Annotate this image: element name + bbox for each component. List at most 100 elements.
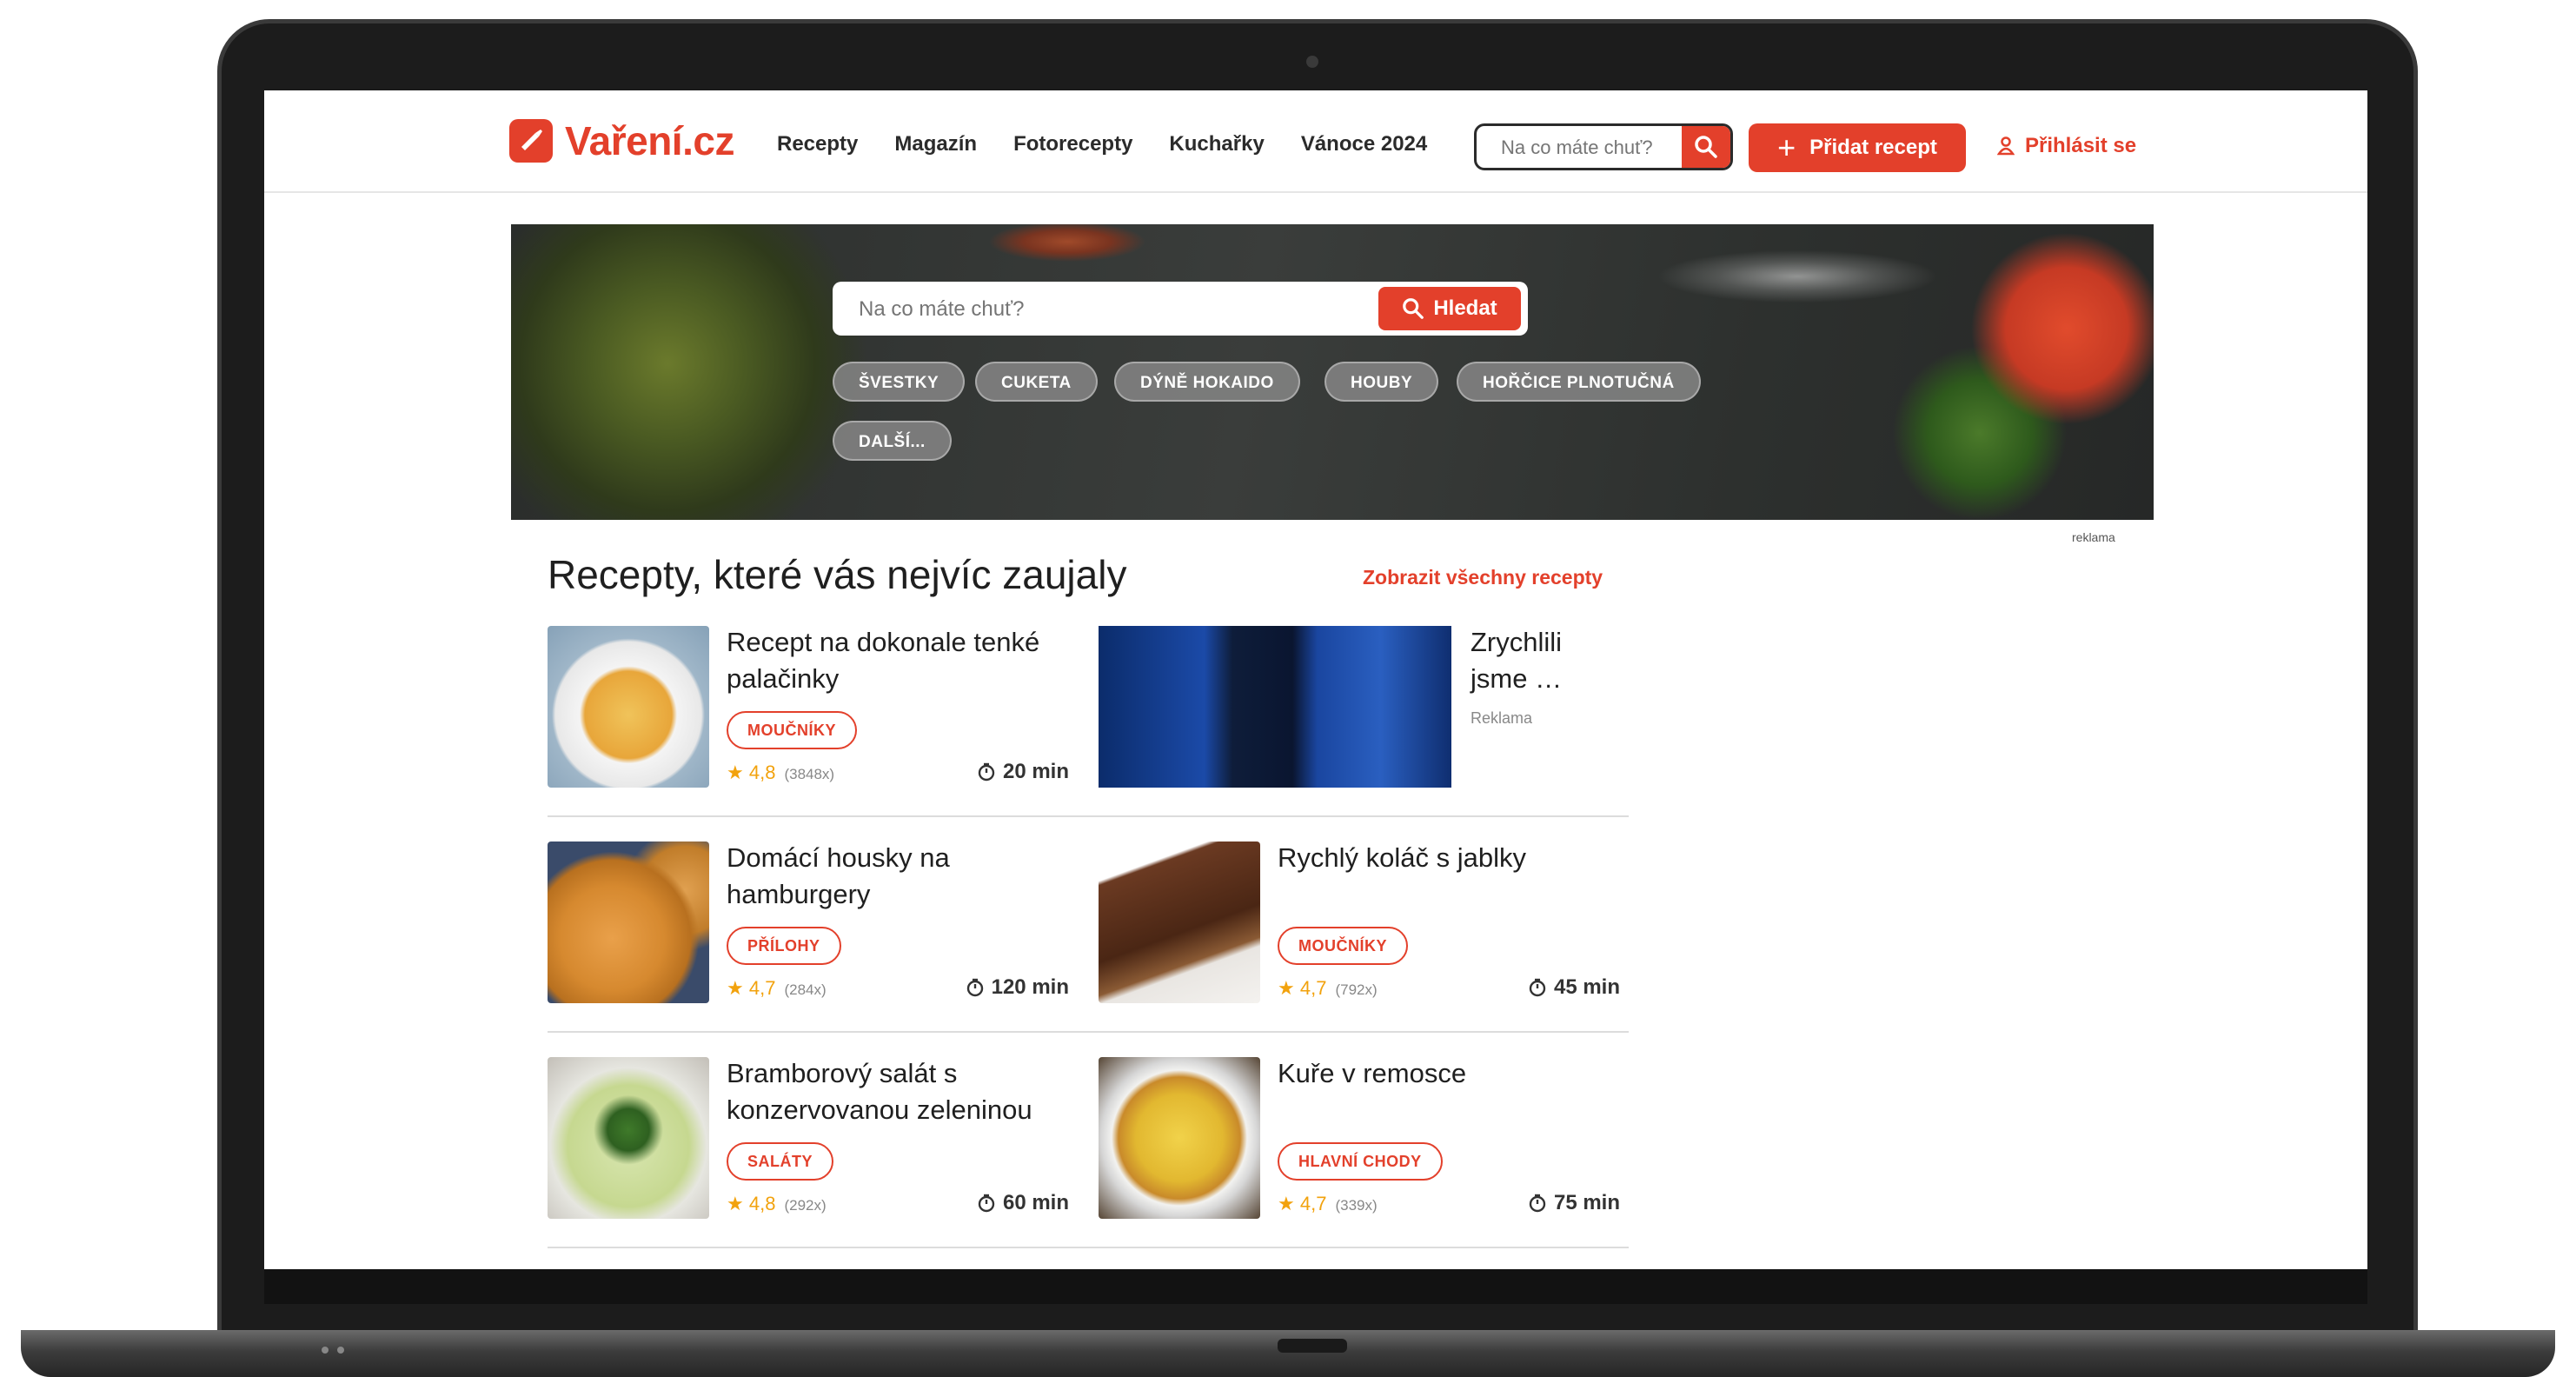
tag-cuketa[interactable]: CUKETA (975, 362, 1098, 402)
browser-screen: Vaření.cz Recepty Magazín Fotorecepty Ku… (264, 90, 2367, 1269)
rating-value: 4,8 (748, 762, 776, 783)
time-value: 60 min (1002, 1191, 1069, 1214)
hero-search-button[interactable]: Hledat (1378, 287, 1521, 330)
ad-title[interactable]: Zrychlili jsme … (1471, 624, 1610, 697)
stopwatch-icon (1529, 978, 1546, 997)
laptop-notch (1278, 1339, 1347, 1353)
star-icon: ★ (727, 762, 744, 783)
time-value: 45 min (1553, 975, 1620, 999)
screen-bezel-bottom (264, 1269, 2367, 1304)
logo-text: Vaření.cz (565, 118, 734, 163)
hero-search-input[interactable] (833, 282, 1399, 336)
tag-horcice-plnotucna[interactable]: HOŘČICE PLNOTUČNÁ (1457, 362, 1701, 402)
plus-icon: + (1777, 130, 1796, 165)
recipe-rating: ★ 4,7 (284x) (727, 977, 827, 1000)
recipe-title[interactable]: Kuře v remosce (1278, 1055, 1617, 1092)
star-icon: ★ (727, 1193, 744, 1214)
ad-card[interactable]: Zrychlili jsme … Reklama (1099, 626, 1620, 791)
ad-label: reklama (2072, 530, 2115, 544)
row-divider (548, 1031, 1629, 1033)
login-label: Přihlásit se (2025, 134, 2137, 157)
nav-item-recepty[interactable]: Recepty (777, 132, 858, 156)
category-badge[interactable]: MOUČNÍKY (1278, 927, 1408, 965)
recipe-time: 20 min (977, 760, 1069, 784)
header-search-input[interactable] (1477, 126, 1704, 168)
recipe-title[interactable]: Rychlý koláč s jablky (1278, 840, 1617, 876)
laptop-indicator-lights (322, 1342, 374, 1354)
rating-value: 4,7 (1299, 977, 1327, 999)
stopwatch-icon (966, 978, 983, 997)
recipe-image[interactable] (548, 1057, 709, 1219)
rating-count: (3848x) (784, 766, 835, 782)
rating-value: 4,7 (1299, 1193, 1327, 1214)
star-icon: ★ (1278, 1193, 1295, 1214)
site-logo[interactable]: Vaření.cz (509, 116, 734, 165)
section-title: Recepty, které vás nejvíc zaujaly (548, 552, 1127, 597)
hero-search-label: Hledat (1433, 296, 1497, 320)
nav-item-magazin[interactable]: Magazín (894, 132, 977, 156)
tag-dalsi[interactable]: DALŠÍ... (833, 421, 952, 461)
recipe-title[interactable]: Bramborový salát s konzervovanou zelenin… (727, 1055, 1066, 1128)
row-divider (548, 815, 1629, 817)
header-search-button[interactable] (1682, 126, 1730, 168)
rating-count: (284x) (784, 981, 827, 998)
login-link[interactable]: Přihlásit se (1997, 134, 2136, 158)
header-search (1474, 123, 1733, 170)
add-recipe-label: Přidat recept (1809, 136, 1937, 159)
nav-item-vanoce[interactable]: Vánoce 2024 (1301, 132, 1427, 156)
nav-item-kucharky[interactable]: Kuchařky (1169, 132, 1264, 156)
category-badge[interactable]: SALÁTY (727, 1142, 833, 1181)
show-all-recipes-link[interactable]: Zobrazit všechny recepty (1363, 566, 1603, 589)
main-nav: Recepty Magazín Fotorecepty Kuchařky Ván… (777, 132, 1427, 156)
search-icon (1403, 298, 1424, 319)
site-header: Vaření.cz Recepty Magazín Fotorecepty Ku… (264, 90, 2367, 193)
recipe-title[interactable]: Recept na dokonale tenké palačinky (727, 624, 1066, 697)
recipe-image[interactable] (548, 842, 709, 1003)
recipe-card[interactable]: Rychlý koláč s jablky MOUČNÍKY ★ 4,7 (79… (1099, 842, 1620, 1007)
tag-svestky[interactable]: ŠVESTKY (833, 362, 966, 402)
recipe-rating: ★ 4,8 (3848x) (727, 762, 834, 784)
hero-search: Hledat (833, 282, 1528, 336)
star-icon: ★ (727, 977, 744, 999)
time-value: 20 min (1002, 760, 1069, 783)
recipe-rating: ★ 4,7 (339x) (1278, 1193, 1378, 1215)
add-recipe-button[interactable]: + Přidat recept (1749, 123, 1966, 172)
laptop-base (21, 1330, 2555, 1377)
rating-value: 4,8 (748, 1193, 776, 1214)
time-value: 75 min (1553, 1191, 1620, 1214)
ad-sponsored-label: Reklama (1471, 709, 1533, 727)
star-icon: ★ (1278, 977, 1295, 999)
recipe-image[interactable] (548, 626, 709, 788)
stopwatch-icon (1529, 1194, 1546, 1213)
rating-count: (339x) (1335, 1197, 1378, 1214)
rating-value: 4,7 (748, 977, 776, 999)
recipe-time: 75 min (1528, 1191, 1620, 1215)
stopwatch-icon (978, 762, 995, 782)
recipe-card[interactable]: Bramborový salát s konzervovanou zelenin… (548, 1057, 1069, 1222)
recipe-time: 45 min (1528, 975, 1620, 1000)
search-icon (1695, 136, 1717, 158)
recipe-time: 120 min (966, 975, 1069, 1000)
recipe-card[interactable]: Kuře v remosce HLAVNÍ CHODY ★ 4,7 (339x)… (1099, 1057, 1620, 1222)
category-badge[interactable]: PŘÍLOHY (727, 927, 841, 965)
recipe-title[interactable]: Domácí housky na hamburgery (727, 840, 1066, 913)
category-badge[interactable]: HLAVNÍ CHODY (1278, 1142, 1443, 1181)
time-value: 120 min (991, 975, 1069, 999)
user-icon (1997, 136, 2015, 156)
ad-image[interactable] (1099, 626, 1451, 788)
tag-houby[interactable]: HOUBY (1325, 362, 1439, 402)
recipe-image[interactable] (1099, 1057, 1260, 1219)
tag-dyne-hokaido[interactable]: DÝNĚ HOKAIDO (1114, 362, 1300, 402)
rating-count: (292x) (784, 1197, 827, 1214)
category-badge[interactable]: MOUČNÍKY (727, 711, 857, 749)
stopwatch-icon (978, 1194, 995, 1213)
recipe-card[interactable]: Domácí housky na hamburgery PŘÍLOHY ★ 4,… (548, 842, 1069, 1007)
nav-item-fotorecepty[interactable]: Fotorecepty (1013, 132, 1132, 156)
recipe-rating: ★ 4,7 (792x) (1278, 977, 1378, 1000)
webcam (1306, 56, 1318, 68)
recipe-card[interactable]: Recept na dokonale tenké palačinky MOUČN… (548, 626, 1069, 791)
logo-icon (509, 119, 553, 163)
row-divider (548, 1247, 1629, 1248)
recipe-image[interactable] (1099, 842, 1260, 1003)
recipe-time: 60 min (977, 1191, 1069, 1215)
